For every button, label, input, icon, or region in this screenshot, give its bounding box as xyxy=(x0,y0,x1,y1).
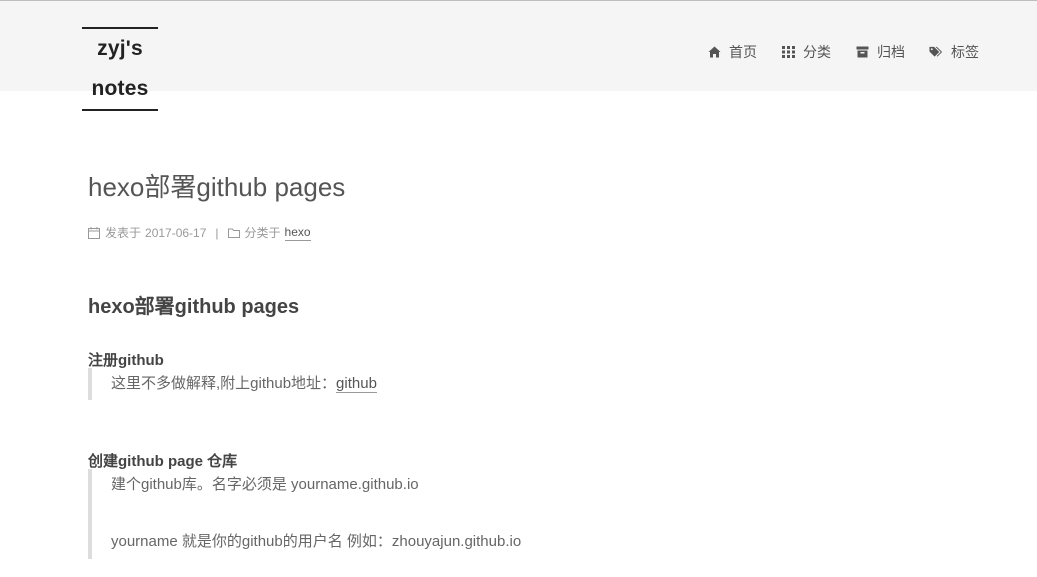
category-link[interactable]: hexo xyxy=(284,224,311,241)
quote-text: 这里不多做解释,附上github地址： xyxy=(111,375,337,392)
folder-icon xyxy=(227,227,240,239)
quote-line: 建个github库。名字必须是 yourname.github.io xyxy=(111,476,419,493)
home-icon xyxy=(707,45,721,59)
nav-item-categories[interactable]: 分类 xyxy=(781,43,831,61)
calendar-icon xyxy=(88,226,100,239)
post-date: 2017-06-17 xyxy=(145,225,207,240)
site-header: zyj's notes 首页 分类 归档 标签 xyxy=(0,1,1037,111)
site-brand[interactable]: zyj's notes xyxy=(68,27,172,111)
post-title[interactable]: hexo部署github pages xyxy=(88,170,345,204)
nav-item-home[interactable]: 首页 xyxy=(707,43,757,61)
nav-item-label: 标签 xyxy=(951,44,979,60)
grid-icon xyxy=(781,45,795,59)
nav-item-label: 分类 xyxy=(803,44,831,60)
nav-item-label: 首页 xyxy=(729,44,757,60)
quote-line: 这里不多做解释,附上github地址：github xyxy=(111,374,377,394)
nav-item-label: 归档 xyxy=(877,44,905,60)
brand-line-bottom xyxy=(82,109,158,111)
blockquote-create-repo: 建个github库。名字必须是 yourname.github.io yourn… xyxy=(88,469,807,559)
github-link[interactable]: github xyxy=(336,375,377,393)
nav-item-tags[interactable]: 标签 xyxy=(929,43,979,61)
section-heading-main: hexo部署github pages xyxy=(88,295,300,318)
posted-prefix: 发表于 xyxy=(105,225,142,240)
category-prefix: 分类于 xyxy=(244,225,281,240)
nav-item-archive[interactable]: 归档 xyxy=(855,43,905,61)
meta-separator: | xyxy=(215,225,219,240)
quote-line: yourname 就是你的github的用户名 例如：zhouyajun.git… xyxy=(111,533,522,550)
blockquote-register: 这里不多做解释,附上github地址：github xyxy=(88,368,807,400)
post-meta: 发表于 2017-06-17 | 分类于 hexo xyxy=(88,224,311,241)
archive-icon xyxy=(855,45,869,59)
main-nav: 首页 分类 归档 标签 xyxy=(683,43,979,61)
tags-icon xyxy=(929,45,943,59)
site-title[interactable]: zyj's notes xyxy=(68,29,172,109)
